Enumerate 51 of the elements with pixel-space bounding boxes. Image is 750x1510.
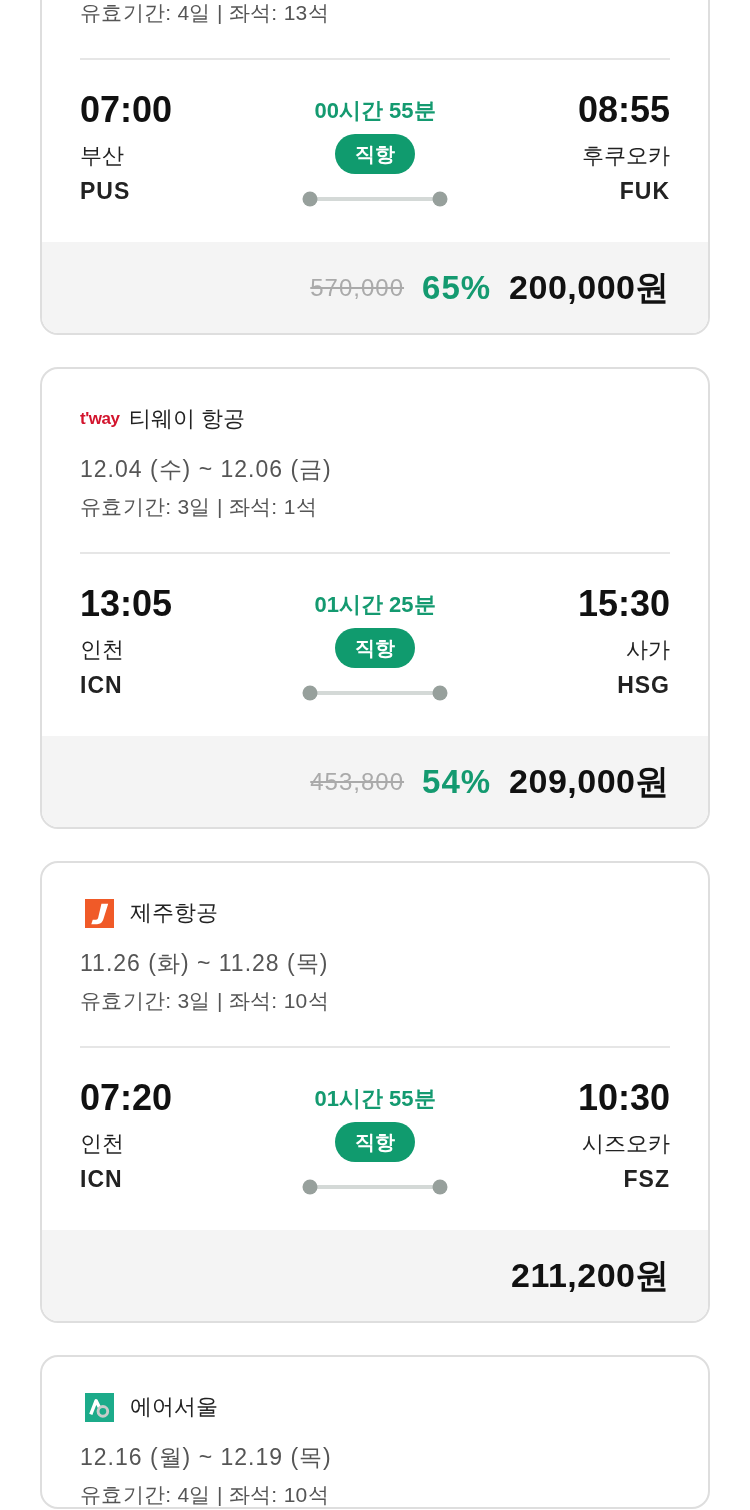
final-price: 209,000원	[509, 760, 670, 802]
arrival-city: 후쿠오카	[582, 142, 670, 170]
departure-code: PUS	[80, 177, 131, 205]
validity-seats: 유효기간: 4일 | 좌석: 13석	[80, 1, 329, 25]
travel-dates: 11.26 (화) ~ 11.28 (목)	[80, 949, 329, 978]
airline-logo-icon	[85, 898, 114, 928]
nonstop-tag: 직항	[335, 1122, 415, 1162]
arrival-code: FSZ	[623, 1165, 670, 1193]
route-line-icon	[302, 685, 448, 701]
flight-card[interactable]: t'way 티웨이 항공 12.04 (수) ~ 12.06 (금) 유효기간: 3일 | 좌석: 1석 13:05 인천 ICN 01시간 25분 직항 15:30 사가 HSG 453,800 54% 209,000원	[40, 367, 710, 829]
discount-rate: 54%	[422, 762, 492, 801]
arrival-time: 10:30	[577, 1079, 670, 1117]
flight-card[interactable]: 유효기간: 4일 | 좌석: 13석 07:00 부산 PUS 00시간 55분 직항 08:55 후쿠오카 FUK 570,000 65% 200,000원	[40, 0, 710, 335]
airline-logo-icon	[85, 1392, 114, 1422]
flight-duration: 00시간 55분	[314, 97, 436, 125]
arrival-city: 시즈오카	[582, 1130, 670, 1158]
arrival-time: 08:55	[577, 91, 670, 129]
final-price: 211,200원	[510, 1254, 670, 1296]
arrival-code: HSG	[617, 671, 670, 699]
arrival-city: 사가	[626, 636, 670, 664]
departure-city: 인천	[80, 636, 124, 664]
nonstop-tag: 직항	[335, 134, 415, 174]
discount-rate: 65%	[422, 268, 492, 307]
flight-duration: 01시간 55분	[314, 1085, 436, 1113]
nonstop-tag: 직항	[335, 628, 415, 668]
departure-time: 07:20	[80, 1079, 173, 1117]
departure-code: ICN	[80, 671, 123, 699]
departure-time: 07:00	[80, 91, 173, 129]
departure-city: 부산	[80, 142, 124, 170]
flight-card[interactable]: 제주항공 11.26 (화) ~ 11.28 (목) 유효기간: 3일 | 좌석: 10석 07:20 인천 ICN 01시간 55분 직항 10:30 시즈오카 FSZ 211,200원	[40, 861, 710, 1323]
airline-name: 티웨이 항공	[129, 405, 246, 433]
validity-seats: 유효기간: 3일 | 좌석: 1석	[80, 495, 317, 519]
flight-duration: 01시간 25분	[314, 591, 436, 619]
travel-dates: 12.04 (수) ~ 12.06 (금)	[80, 455, 332, 484]
airline-name: 에어서울	[130, 1393, 218, 1421]
validity-seats: 유효기간: 4일 | 좌석: 10석	[80, 1483, 329, 1507]
arrival-time: 15:30	[577, 585, 670, 623]
departure-time: 13:05	[80, 585, 173, 623]
final-price: 200,000원	[509, 266, 670, 308]
airline-name: 제주항공	[130, 899, 218, 927]
flight-card[interactable]: 에어서울 12.16 (월) ~ 12.19 (목) 유효기간: 4일 | 좌석: 10석	[40, 1355, 710, 1509]
arrival-code: FUK	[619, 177, 670, 205]
departure-city: 인천	[80, 1130, 124, 1158]
travel-dates: 12.16 (월) ~ 12.19 (목)	[80, 1443, 332, 1472]
original-price: 453,800	[310, 767, 405, 796]
validity-seats: 유효기간: 3일 | 좌석: 10석	[80, 989, 329, 1013]
original-price: 570,000	[310, 273, 405, 302]
route-line-icon	[302, 191, 448, 207]
route-line-icon	[302, 1179, 448, 1195]
departure-code: ICN	[80, 1165, 123, 1193]
airline-logo: t'way	[80, 409, 120, 429]
